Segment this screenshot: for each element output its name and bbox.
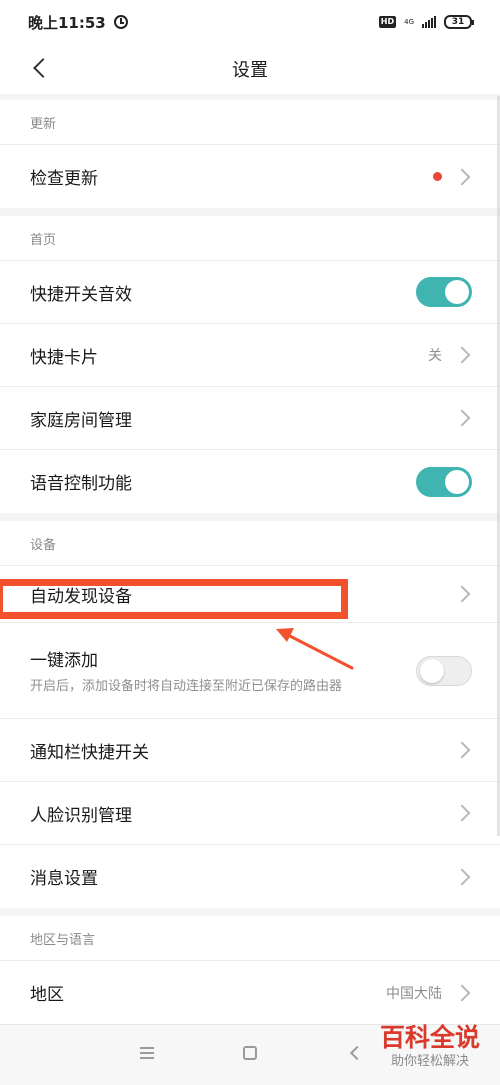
row-quick-card[interactable]: 快捷卡片 关 bbox=[0, 324, 500, 387]
row-label: 家庭房间管理 bbox=[30, 410, 132, 431]
chevron-right-icon bbox=[453, 868, 471, 885]
chevron-right-icon bbox=[453, 409, 471, 427]
row-check-update[interactable]: 检查更新 bbox=[0, 145, 500, 208]
highlight-annotation-box bbox=[0, 579, 348, 619]
row-voice-control: 语音控制功能 bbox=[0, 450, 500, 513]
section-header: 设备 bbox=[0, 521, 500, 566]
toggle-knob bbox=[420, 658, 444, 683]
back-icon[interactable] bbox=[349, 1045, 365, 1061]
row-notification-shortcut[interactable]: 通知栏快捷开关 bbox=[0, 719, 500, 782]
section-header: 更新 bbox=[0, 100, 500, 145]
chevron-right-icon bbox=[453, 804, 471, 822]
row-label: 快捷卡片 bbox=[30, 347, 98, 368]
row-quick-switch-sound: 快捷开关音效 bbox=[0, 261, 500, 324]
row-label: 人脸识别管理 bbox=[30, 805, 132, 826]
section-header: 首页 bbox=[0, 216, 500, 261]
section-home: 首页 快捷开关音效 快捷卡片 关 家庭房间管理 语音控制功能 bbox=[0, 216, 500, 513]
alarm-icon bbox=[113, 15, 128, 29]
row-right: 中国大陆 bbox=[386, 983, 472, 1003]
voice-control-toggle[interactable] bbox=[416, 466, 472, 497]
row-face-recognition[interactable]: 人脸识别管理 bbox=[0, 782, 500, 845]
row-right bbox=[433, 168, 472, 185]
battery-level: 31 bbox=[451, 17, 465, 27]
menu-icon[interactable] bbox=[140, 1047, 154, 1059]
section-update: 更新 检查更新 bbox=[0, 100, 500, 208]
status-time: 晚上11:53 bbox=[28, 13, 106, 32]
row-label: 通知栏快捷开关 bbox=[30, 742, 149, 763]
section-header: 地区与语言 bbox=[0, 916, 500, 961]
annotation-arrow-icon bbox=[276, 628, 354, 670]
row-description: 开启后，添加设备时将自动连接至附近已保存的路由器 bbox=[30, 678, 343, 694]
battery-icon: 31 bbox=[444, 15, 474, 29]
page-title: 设置 bbox=[232, 60, 268, 81]
toggle-knob bbox=[445, 280, 469, 304]
row-label: 快捷开关音效 bbox=[30, 284, 132, 305]
row-value: 关 bbox=[428, 348, 442, 364]
chevron-right-icon bbox=[453, 984, 471, 1001]
back-button[interactable] bbox=[28, 55, 56, 83]
row-label: 语音控制功能 bbox=[30, 474, 132, 494]
status-right: HD 4G 31 bbox=[378, 15, 474, 29]
one-click-add-toggle[interactable] bbox=[416, 655, 472, 686]
status-left: 晚上11:53 bbox=[28, 12, 128, 33]
new-badge-dot bbox=[433, 172, 442, 181]
chevron-right-icon bbox=[453, 168, 471, 185]
row-one-click-add: 一键添加 开启后，添加设备时将自动连接至附近已保存的路由器 bbox=[0, 623, 500, 719]
settings-list: 更新 检查更新 首页 快捷开关音效 快捷卡片 关 家庭房间管理 语音控制功能 设… bbox=[0, 94, 500, 1024]
home-icon[interactable] bbox=[243, 1046, 257, 1060]
row-right: 关 bbox=[428, 345, 472, 365]
quick-switch-sound-toggle[interactable] bbox=[416, 277, 472, 307]
row-value: 中国大陆 bbox=[386, 985, 442, 1002]
watermark-title: 百科全说 bbox=[379, 1023, 480, 1052]
signal-icon bbox=[422, 16, 436, 28]
chevron-right-icon bbox=[453, 741, 471, 759]
chevron-right-icon bbox=[453, 585, 471, 603]
row-label: 检查更新 bbox=[30, 169, 98, 189]
row-label: 地区 bbox=[30, 985, 64, 1005]
status-bar: 晚上11:53 HD 4G 31 bbox=[0, 0, 500, 44]
chevron-right-icon bbox=[453, 346, 471, 364]
row-label: 消息设置 bbox=[30, 869, 98, 889]
row-message-settings[interactable]: 消息设置 bbox=[0, 845, 500, 908]
network-type: 4G bbox=[404, 17, 414, 26]
watermark-subtitle: 助你轻松解决 bbox=[390, 1054, 469, 1069]
toggle-knob bbox=[445, 469, 469, 494]
row-room-management[interactable]: 家庭房间管理 bbox=[0, 387, 500, 450]
section-region-language: 地区与语言 地区 中国大陆 bbox=[0, 916, 500, 1024]
hd-badge: HD bbox=[378, 16, 397, 28]
watermark-logo: 百科全说 助你轻松解决 bbox=[374, 1022, 486, 1070]
nav-bar: 设置 bbox=[0, 44, 500, 94]
row-region[interactable]: 地区 中国大陆 bbox=[0, 961, 500, 1024]
